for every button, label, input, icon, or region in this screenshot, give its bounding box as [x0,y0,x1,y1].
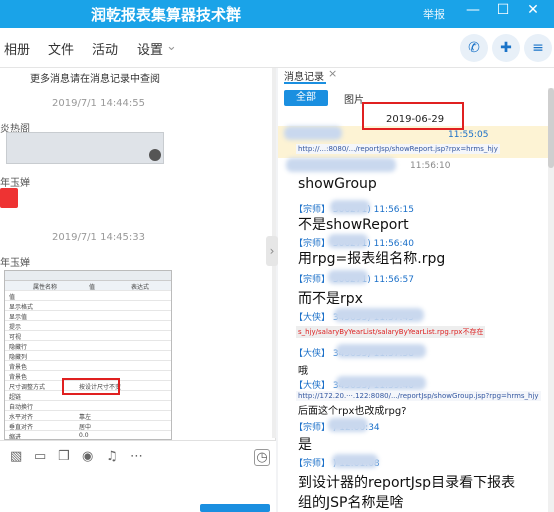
grid-row: 水平对齐 靠左 [5,411,171,421]
message-text: 用rpg=报表组名称.rpg [298,251,446,267]
grid-row: 缩进 0.0 [5,431,171,439]
message-text: 组的JSP名称是啥 [298,495,404,511]
bell-icon[interactable]: ♫ [106,449,118,464]
message-text: 不是showReport [298,217,409,233]
phone-icon[interactable]: ✆ [460,34,488,62]
blurred-name [284,126,342,140]
message-text: 到设计器的reportJsp目录看下报表 [298,475,516,491]
grid-row: 自动换行 [5,401,171,411]
grid-row: 值 [5,291,171,301]
sender-name: 年玉婵 [0,258,30,269]
close-icon[interactable]: × [328,67,337,80]
report-link[interactable]: 举报 [423,6,445,22]
url-message[interactable]: s_hjy/salaryByYearList/salaryByYearList.… [296,326,486,338]
message-meta: 11:56:10 [410,161,451,171]
message-text: 而不是rpx [298,291,363,307]
more-messages-hint[interactable]: 更多消息请在消息记录中查阅 [30,70,160,85]
filter-images-tab[interactable]: 图片 [344,91,364,106]
red-packet-icon[interactable] [0,188,18,208]
image-message[interactable] [6,132,164,164]
filter-all-button[interactable]: 全部 [284,90,328,106]
message-time: 2019/7/1 14:44:55 [52,98,146,109]
message-history-panel: 消息记录 × 全部 图片 2019-06-29 11:55:05 http://… [278,67,554,512]
message-text: 是 [298,437,312,453]
collapse-panel-button[interactable]: › [266,236,278,266]
grid-row: 提示 [5,321,171,331]
zoom-icon[interactable] [149,149,161,161]
message-text: 哦 [298,366,308,377]
send-button[interactable] [200,504,270,512]
blurred-name [336,344,426,358]
gift-icon[interactable]: ❒ [58,449,70,464]
grid-row: 显示值 [5,311,171,321]
menu-icon[interactable]: ≡ [524,34,552,62]
tab-message-history[interactable]: 消息记录 [284,68,326,84]
property-grid-screenshot[interactable]: 属性名称 值 表达式 值显示格式 显示值 提示 可视 隐藏行 隐藏列 背景色 背景色 尺寸调整方… [4,270,172,440]
input-toolbar: ▧ ▭ ❒ ◉ ♫ ⋯ ◷ [0,440,276,512]
image-icon[interactable]: ▧ [10,449,22,464]
minimize-icon[interactable]: — [464,2,482,22]
date-divider: 2019-06-29 [386,114,445,125]
blurred-name [334,308,424,322]
maximize-icon[interactable]: ☐ [494,2,512,22]
message-time: 2019/7/1 14:45:33 [52,232,146,243]
blurred-name [328,234,368,248]
scroll-thumb[interactable] [548,88,554,168]
sender-name: 年玉婵 [0,178,30,189]
chat-area: 更多消息请在消息记录中查阅 2019/7/1 14:44:55 炎热阁 年玉婵 … [0,68,276,440]
grid-header: 属性名称 值 表达式 [5,281,171,291]
tab-files[interactable]: 文件 [48,39,74,58]
blurred-name [328,418,368,432]
group-toolbar: 相册 文件 活动 设置 ⌄ ✆ ✚ ≡ [0,28,554,68]
title-bar: 润乾报表集算器技术群 ✎ 举报 — ☐ ✕ [0,0,554,28]
mic-icon[interactable]: ◉ [82,449,93,464]
tab-activities[interactable]: 活动 [92,39,118,58]
close-icon[interactable]: ✕ [524,2,542,22]
highlight-box [62,378,120,395]
more-icon[interactable]: ⋯ [130,449,143,464]
grid-row: 背景色 [5,361,171,371]
blurred-name [286,158,396,172]
tab-album[interactable]: 相册 [4,39,30,58]
grid-row: 可视 [5,331,171,341]
panel-scrollbar[interactable] [548,88,554,512]
grid-row: 隐藏列 [5,351,171,361]
chevron-down-icon[interactable]: ⌄ [166,39,177,54]
message-text: showGroup [298,176,377,192]
grid-row: 隐藏行 [5,341,171,351]
grid-toolbar [5,271,171,281]
tab-settings[interactable]: 设置 [137,39,163,58]
edit-icon[interactable]: ✎ [226,4,237,19]
grid-row: 显示格式 [5,301,171,311]
blurred-name [328,270,368,284]
blurred-name [336,376,426,390]
folder-icon[interactable]: ▭ [34,449,46,464]
group-title: 润乾报表集算器技术群 [91,6,242,24]
message-text: 后面这个rpx也改成rpg? [298,406,407,417]
blurred-name [332,454,378,468]
url-message[interactable]: http://...:8080/.../reportJsp/showReport… [296,144,500,154]
message-meta: 11:55:05 [448,130,489,140]
add-icon[interactable]: ✚ [492,34,520,62]
blurred-name [330,200,370,214]
history-icon[interactable]: ◷ [254,449,270,466]
grid-row: 垂直对齐 居中 [5,421,171,431]
url-message[interactable]: http://172.20.···.122:8080/.../reportJsp… [296,391,541,401]
